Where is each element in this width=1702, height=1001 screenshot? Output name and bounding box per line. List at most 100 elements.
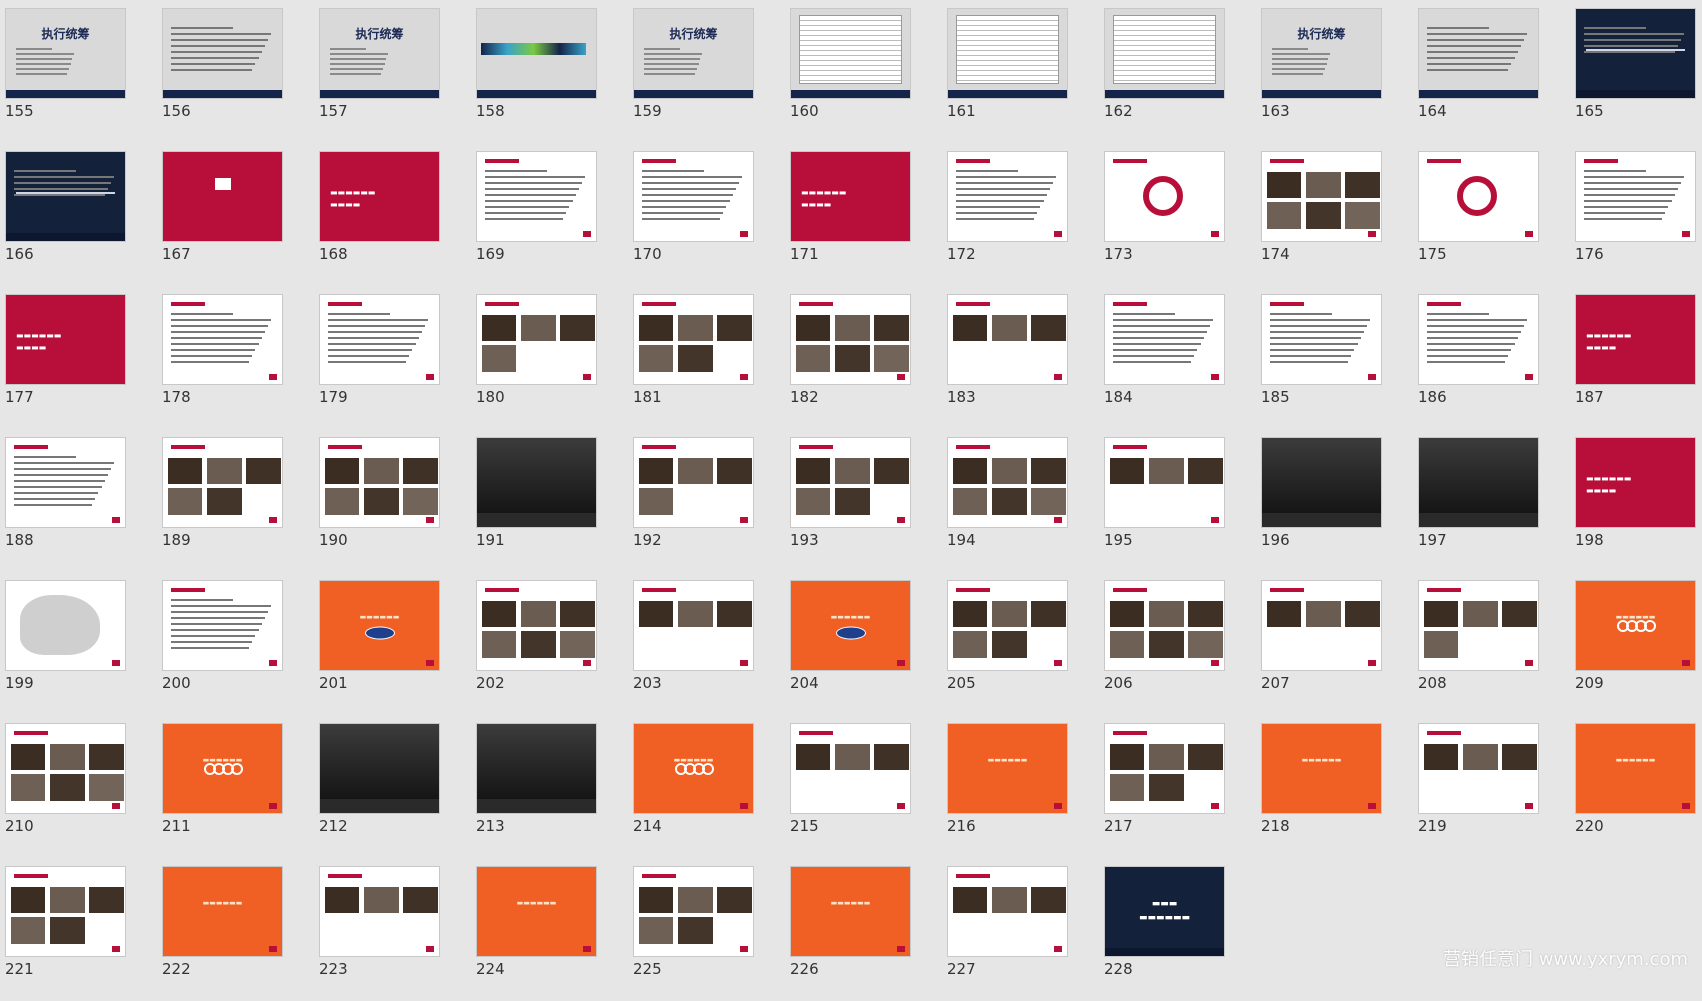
slide-thumbnail[interactable]: 179 [314, 286, 471, 429]
slide-preview[interactable] [319, 866, 440, 957]
slide-preview[interactable]: ▬▬▬▬▬▬ ▬▬▬▬ [790, 151, 911, 242]
slide-thumbnail[interactable]: 206 [1099, 572, 1256, 715]
slide-thumbnail[interactable]: 188 [0, 429, 157, 572]
slide-preview[interactable]: ▬▬▬▬▬▬ [1261, 723, 1382, 814]
slide-preview[interactable] [162, 580, 283, 671]
slide-thumbnail[interactable]: 202 [471, 572, 628, 715]
slide-preview[interactable] [476, 294, 597, 385]
slide-thumbnail[interactable]: ▬▬▬▬▬▬ ▬▬▬▬ 168 [314, 143, 471, 286]
slide-thumbnail[interactable]: 180 [471, 286, 628, 429]
slide-thumbnail[interactable]: 164 [1413, 0, 1570, 143]
slide-thumbnail[interactable]: ▬▬▬▬▬▬ 214 [628, 715, 785, 858]
slide-preview[interactable] [5, 866, 126, 957]
slide-preview[interactable] [476, 580, 597, 671]
slide-preview[interactable] [5, 723, 126, 814]
slide-thumbnail[interactable]: 执行统筹 163 [1256, 0, 1413, 143]
slide-preview[interactable] [476, 8, 597, 99]
slide-preview[interactable] [790, 437, 911, 528]
slide-preview[interactable] [162, 151, 283, 242]
slide-thumbnail[interactable]: 175 [1413, 143, 1570, 286]
slide-thumbnail[interactable]: ▬▬▬▬▬▬ 220 [1570, 715, 1702, 858]
slide-thumbnail[interactable]: 执行统筹 157 [314, 0, 471, 143]
slide-preview[interactable]: 执行统筹 [1261, 8, 1382, 99]
slide-preview[interactable] [319, 294, 440, 385]
slide-preview[interactable] [1104, 580, 1225, 671]
slide-preview[interactable]: ▬▬▬▬▬▬ ▬▬▬▬ [319, 151, 440, 242]
slide-preview[interactable] [1261, 437, 1382, 528]
slide-preview[interactable] [947, 580, 1068, 671]
slide-thumbnail[interactable]: 174 [1256, 143, 1413, 286]
slide-preview[interactable] [1575, 8, 1696, 99]
slide-thumbnail[interactable]: ▬▬▬▬▬▬ 222 [157, 858, 314, 1001]
slide-thumbnail[interactable]: 205 [942, 572, 1099, 715]
slide-thumbnail[interactable]: 215 [785, 715, 942, 858]
slide-thumbnail[interactable]: ▬▬▬▬▬▬ 209 [1570, 572, 1702, 715]
slide-preview[interactable] [633, 437, 754, 528]
slide-preview[interactable] [5, 437, 126, 528]
slide-preview[interactable]: 执行统筹 [633, 8, 754, 99]
slide-preview[interactable] [162, 437, 283, 528]
slide-preview[interactable] [1261, 580, 1382, 671]
slide-preview[interactable] [790, 294, 911, 385]
slide-thumbnail[interactable]: ▬▬▬▬▬▬ ▬▬▬▬ 177 [0, 286, 157, 429]
slide-thumbnail[interactable]: 183 [942, 286, 1099, 429]
slide-thumbnail[interactable]: 203 [628, 572, 785, 715]
slide-thumbnail[interactable]: ▬▬▬▬▬▬ 211 [157, 715, 314, 858]
slide-preview[interactable] [790, 8, 911, 99]
slide-preview[interactable] [790, 723, 911, 814]
slide-thumbnail[interactable]: 217 [1099, 715, 1256, 858]
slide-thumbnail[interactable]: 200 [157, 572, 314, 715]
slide-thumbnail[interactable]: 167 [157, 143, 314, 286]
slide-preview[interactable] [947, 866, 1068, 957]
slide-thumbnail[interactable]: ▬▬▬▬▬▬ 218 [1256, 715, 1413, 858]
slide-preview[interactable] [1261, 151, 1382, 242]
slide-preview[interactable]: ▬▬▬▬▬▬ [162, 723, 283, 814]
slide-preview[interactable] [162, 8, 283, 99]
slide-preview[interactable]: ▬▬▬▬▬▬ ▬▬▬▬ [1575, 294, 1696, 385]
slide-preview[interactable]: ▬▬▬▬▬▬ [1575, 580, 1696, 671]
slide-preview[interactable] [1418, 437, 1539, 528]
slide-thumbnail[interactable]: 184 [1099, 286, 1256, 429]
slide-preview[interactable] [1418, 723, 1539, 814]
slide-preview[interactable]: ▬▬▬▬▬▬ [162, 866, 283, 957]
slide-thumbnail[interactable]: ▬▬▬▬▬▬ 201 [314, 572, 471, 715]
slide-thumbnail[interactable]: 191 [471, 429, 628, 572]
slide-preview[interactable]: ▬▬▬▬▬▬ [633, 723, 754, 814]
slide-thumbnail[interactable]: ▬▬▬▬▬▬ ▬▬▬▬ 171 [785, 143, 942, 286]
slide-preview[interactable] [633, 151, 754, 242]
slide-thumbnail[interactable]: 181 [628, 286, 785, 429]
slide-thumbnail[interactable]: 208 [1413, 572, 1570, 715]
slide-preview[interactable] [1418, 294, 1539, 385]
slide-thumbnail[interactable]: 182 [785, 286, 942, 429]
slide-preview[interactable] [1418, 151, 1539, 242]
slide-thumbnail[interactable]: 199 [0, 572, 157, 715]
slide-thumbnail[interactable]: 207 [1256, 572, 1413, 715]
slide-thumbnail[interactable]: 162 [1099, 0, 1256, 143]
slide-thumbnail[interactable]: 193 [785, 429, 942, 572]
slide-preview[interactable]: ▬▬▬▬▬▬ [1575, 723, 1696, 814]
slide-preview[interactable] [947, 8, 1068, 99]
slide-thumbnail[interactable]: 210 [0, 715, 157, 858]
slide-preview[interactable] [476, 151, 597, 242]
slide-preview[interactable] [1104, 294, 1225, 385]
slide-thumbnail[interactable]: 219 [1413, 715, 1570, 858]
slide-preview[interactable]: ▬▬▬▬▬▬ [319, 580, 440, 671]
slide-preview[interactable] [1418, 580, 1539, 671]
slide-thumbnail[interactable]: 178 [157, 286, 314, 429]
slide-thumbnail[interactable]: 195 [1099, 429, 1256, 572]
slide-thumbnail[interactable]: 212 [314, 715, 471, 858]
slide-preview[interactable] [947, 294, 1068, 385]
slide-thumbnail[interactable]: 223 [314, 858, 471, 1001]
slide-preview[interactable] [319, 437, 440, 528]
slide-thumbnail[interactable]: ▬▬▬▬▬▬ 204 [785, 572, 942, 715]
slide-preview[interactable] [476, 723, 597, 814]
slide-thumbnail[interactable]: 执行统筹 159 [628, 0, 785, 143]
slide-thumbnail[interactable]: 170 [628, 143, 785, 286]
slide-thumbnail[interactable]: ▬▬▬▬▬▬ 216 [942, 715, 1099, 858]
slide-preview[interactable] [162, 294, 283, 385]
slide-preview[interactable] [1418, 8, 1539, 99]
slide-preview[interactable] [947, 437, 1068, 528]
slide-thumbnail[interactable]: ▬▬▬▬▬▬ ▬▬▬▬ 187 [1570, 286, 1702, 429]
slide-thumbnail[interactable]: 172 [942, 143, 1099, 286]
slide-preview[interactable] [476, 437, 597, 528]
